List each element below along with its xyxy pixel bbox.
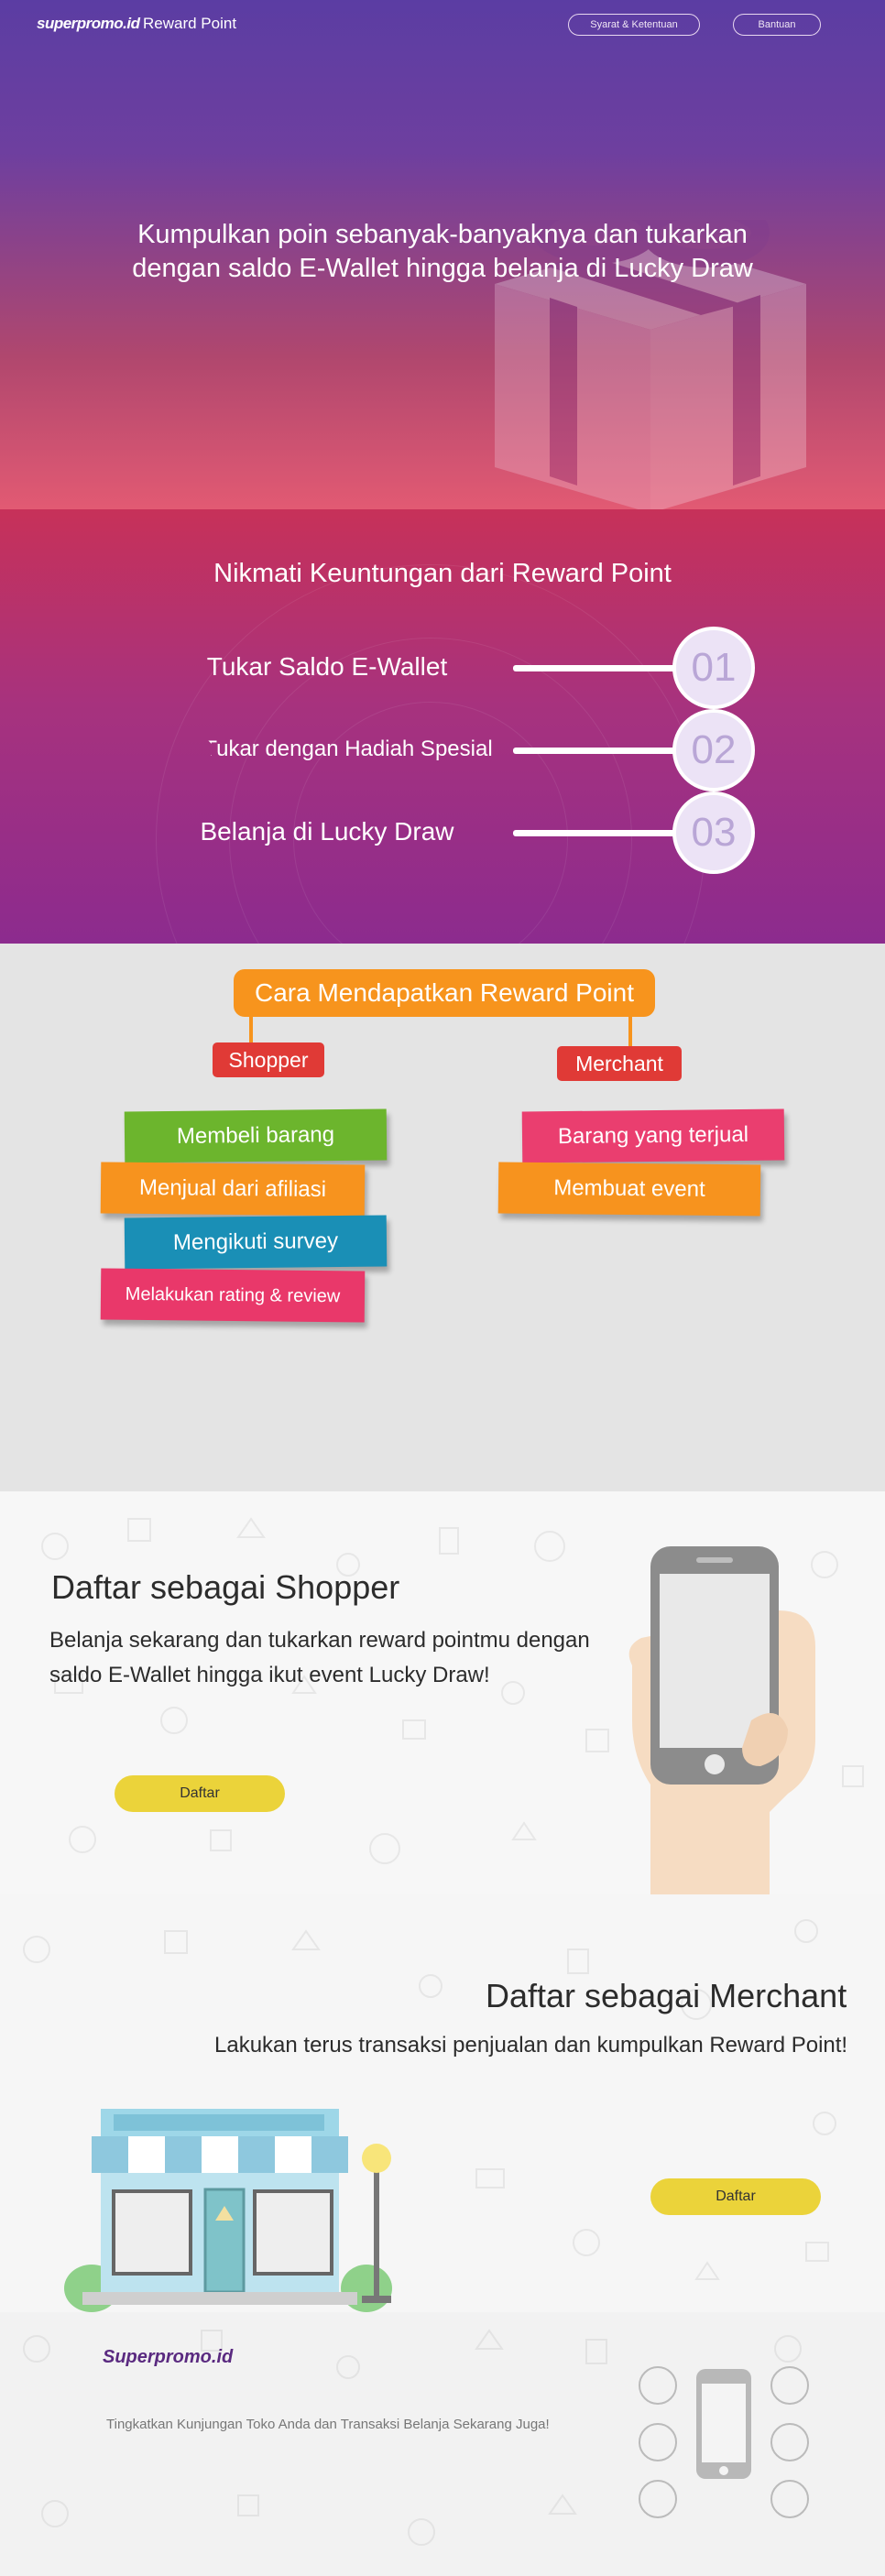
benefit-label-1: Tukar Saldo E-Wallet: [206, 652, 448, 681]
merchant-tag: Merchant: [557, 1046, 682, 1081]
brand-logo[interactable]: superpromo.id: [37, 15, 140, 33]
connector-line: [513, 830, 687, 836]
shopper-card-1: Membeli barang: [124, 1108, 388, 1163]
merchant-card-2: Membuat event: [497, 1162, 761, 1217]
merchant-register-button[interactable]: Daftar: [650, 2178, 821, 2215]
benefit-label-3: Belanja di Lucky Draw: [200, 817, 454, 846]
shopper-card-3: Mengikuti survey: [124, 1215, 388, 1270]
footer-logo[interactable]: Superpromo.id: [103, 2347, 233, 2368]
top-navbar: superpromo.id Reward Point Syarat & Kete…: [0, 0, 885, 49]
merchant-register-section: Daftar sebagai Merchant Lakukan terus tr…: [0, 1894, 885, 2312]
benefits-title: Nikmati Keuntungan dari Reward Point: [213, 559, 672, 588]
hero-line-1: Kumpulkan poin sebanyak-banyaknya dan tu…: [137, 220, 748, 249]
connector-line: [513, 748, 687, 754]
phone-in-hand-illustration: [628, 1546, 815, 1894]
merchant-desc: Lakukan terus transaksi penjualan dan ku…: [214, 2033, 848, 2058]
merchant-card-label: Membuat event: [553, 1175, 705, 1202]
benefit-banner-1: Tukar Saldo E-Wallet: [134, 627, 520, 707]
help-button[interactable]: Bantuan: [733, 14, 821, 36]
footer-tagline: Tingkatkan Kunjungan Toko Anda dan Trans…: [106, 2417, 550, 2432]
shopper-card-label: Melakukan rating & review: [125, 1283, 341, 1306]
benefit-number-3: 03: [672, 791, 755, 874]
page-subtitle: Reward Point: [143, 15, 237, 32]
hero-section: superpromo.id Reward Point Syarat & Kete…: [0, 0, 885, 509]
hero-headline: Kumpulkan poin sebanyak-banyaknya dan tu…: [0, 218, 885, 286]
benefit-banner-3: Belanja di Lucky Draw: [134, 791, 520, 872]
shopper-register-button[interactable]: Daftar: [115, 1775, 285, 1812]
app-icons-illustration: [639, 2366, 809, 2518]
benefit-banner-2: Tukar dengan Hadiah Spesial: [176, 709, 520, 790]
shopper-card-label: Membeli barang: [176, 1122, 335, 1149]
shopper-card-4: Melakukan rating & review: [100, 1268, 366, 1323]
shopper-register-section: Daftar sebagai Shopper Belanja sekarang …: [0, 1491, 885, 1894]
merchant-card-label: Barang yang terjual: [557, 1121, 749, 1150]
shopper-title: Daftar sebagai Shopper: [51, 1568, 400, 1606]
connector-line: [513, 665, 687, 671]
store-illustration: [64, 2109, 392, 2312]
shopper-card-label: Mengikuti survey: [172, 1228, 339, 1255]
shopper-desc: Belanja sekarang dan tukarkan reward poi…: [49, 1623, 590, 1693]
hero-line-2: dengan saldo E-Wallet hingga belanja di …: [132, 254, 753, 283]
shopper-desc-line-1: Belanja sekarang dan tukarkan reward poi…: [49, 1628, 590, 1653]
howto-section: Cara Mendapatkan Reward Point Shopper Me…: [0, 944, 885, 1491]
merchant-card-1: Barang yang terjual: [521, 1108, 785, 1163]
footer: Superpromo.id Tingkatkan Kunjungan Toko …: [0, 2312, 885, 2576]
benefit-number-2: 02: [672, 709, 755, 791]
shopper-tag: Shopper: [213, 1042, 324, 1077]
shopper-card-2: Menjual dari afiliasi: [100, 1162, 366, 1217]
benefit-label-2: Tukar dengan Hadiah Spesial: [203, 737, 493, 761]
shopper-card-label: Menjual dari afiliasi: [138, 1174, 327, 1203]
benefit-number-1: 01: [672, 627, 755, 709]
terms-button[interactable]: Syarat & Ketentuan: [568, 14, 700, 36]
benefits-section: Nikmati Keuntungan dari Reward Point Tuk…: [0, 509, 885, 944]
merchant-title: Daftar sebagai Merchant: [486, 1977, 847, 2014]
howto-title: Cara Mendapatkan Reward Point: [234, 969, 655, 1017]
shopper-desc-line-2: saldo E-Wallet hingga ikut event Lucky D…: [49, 1663, 490, 1687]
